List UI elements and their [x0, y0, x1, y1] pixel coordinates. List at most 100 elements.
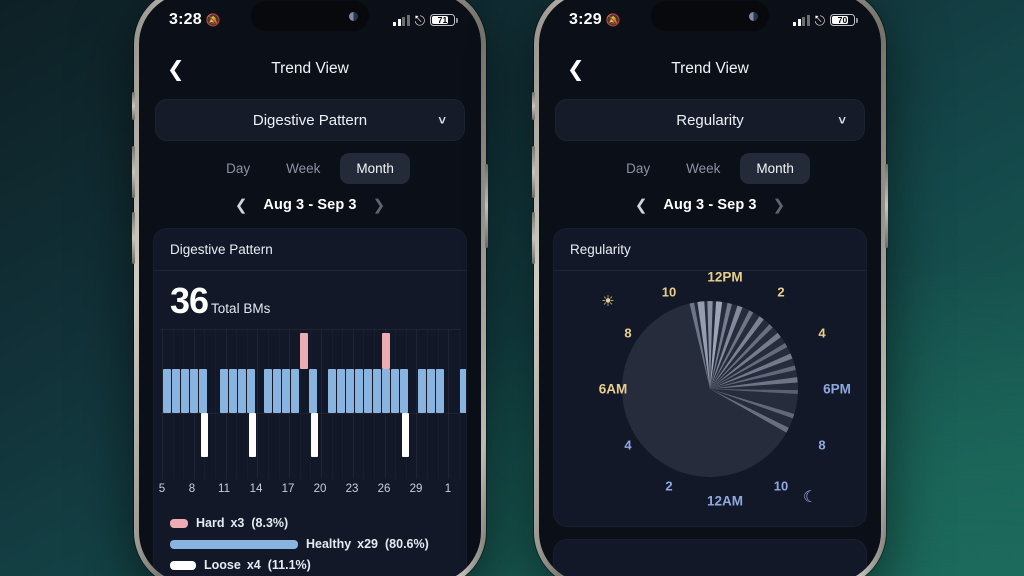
x-tick-label: 14 [249, 483, 263, 495]
cellular-icon [393, 14, 410, 26]
cellular-icon [793, 14, 810, 26]
bar-healthy [309, 369, 317, 413]
bar-loose [402, 413, 409, 457]
battery-icon: 70 [830, 13, 858, 27]
bar-healthy [337, 369, 345, 413]
bar-healthy [181, 369, 189, 413]
silent-switch[interactable] [532, 92, 535, 120]
bar-healthy [264, 369, 272, 413]
status-time: 3:28 [169, 11, 202, 28]
island-activity-icon [349, 11, 358, 21]
legend-item: Hard x3 (8.3%) [170, 516, 450, 530]
screen-left: 3:28 🔕 ⎋ 71 ❮ Trend View Digestive Patte… [139, 0, 481, 576]
metric-selector-label: Regularity [676, 111, 744, 129]
power-button[interactable] [485, 164, 488, 248]
x-tick-label: 20 [313, 483, 327, 495]
next-card-partial[interactable] [553, 539, 867, 576]
tab-month[interactable]: Month [740, 153, 810, 184]
x-tick-label: 26 [377, 483, 391, 495]
date-prev-button[interactable]: ❮ [635, 196, 648, 214]
bar-healthy [238, 369, 246, 413]
clock-label-6pm: 6PM [823, 381, 851, 397]
wifi-icon: ⎋ [414, 12, 425, 28]
status-bar: 3:28 🔕 ⎋ 71 [139, 0, 481, 47]
chart-bars [160, 329, 466, 479]
pie-chart-svg [622, 301, 798, 477]
bar-healthy [291, 369, 299, 413]
clock-pie-chart[interactable]: 12PM 2 4 6PM 8 10 12AM 2 4 6AM 8 10 ☀ ☾ [554, 270, 866, 526]
power-button[interactable] [885, 164, 888, 248]
bell-slash-icon: 🔕 [605, 13, 621, 27]
x-tick-label: 8 [188, 483, 196, 495]
bar-healthy [163, 369, 171, 413]
legend-swatch [170, 518, 188, 528]
bar-healthy [355, 369, 363, 413]
date-next-button[interactable]: ❯ [373, 196, 386, 214]
metric-selector[interactable]: Digestive Pattern ˅ [155, 99, 465, 141]
bar-chart-plot [160, 329, 466, 479]
volume-up-button[interactable] [532, 146, 535, 198]
x-tick-label: 17 [281, 483, 295, 495]
bar-healthy [346, 369, 354, 413]
digestive-pattern-card: Digestive Pattern 36 Total BMs 5 8 11 14 17 2… [153, 228, 467, 576]
status-indicators: ⎋ 71 [393, 12, 458, 28]
nav-bar: ❮ Trend View [139, 47, 481, 91]
bar-healthy [229, 369, 237, 413]
bar-healthy [190, 369, 198, 413]
metric-selector[interactable]: Regularity ˅ [555, 99, 865, 141]
tab-day[interactable]: Day [210, 153, 266, 184]
volume-down-button[interactable] [532, 212, 535, 264]
volume-down-button[interactable] [132, 212, 135, 264]
nav-bar: ❮ Trend View [539, 47, 881, 91]
island-activity-icon [749, 11, 758, 21]
card-title: Digestive Pattern [154, 229, 466, 271]
date-next-button[interactable]: ❯ [773, 196, 786, 214]
bar-healthy [436, 369, 444, 413]
bar-healthy [391, 369, 399, 413]
dynamic-island [651, 1, 769, 31]
chevron-down-icon: ˅ [838, 112, 846, 128]
status-indicators: ⎋ 70 [793, 12, 858, 28]
tab-day[interactable]: Day [610, 153, 666, 184]
status-bar: 3:29 🔕 ⎋ 70 [539, 0, 881, 47]
x-tick-label: 1 [444, 483, 452, 495]
range-segmented-control[interactable]: Day Week Month [539, 153, 881, 184]
tab-month[interactable]: Month [340, 153, 410, 184]
bar-healthy [199, 369, 207, 413]
phone-right: 3:29 🔕 ⎋ 70 ❮ Trend View Regularity ˅ Da… [532, 0, 888, 576]
legend-item: Healthy x29 (80.6%) [170, 537, 450, 551]
clock-label-2: 2 [777, 284, 785, 300]
clock-label-8: 8 [624, 325, 632, 341]
chevron-left-icon[interactable]: ❮ [159, 55, 193, 84]
x-tick-label: 11 [218, 483, 230, 495]
bar-healthy [172, 369, 180, 413]
phone-left: 3:28 🔕 ⎋ 71 ❮ Trend View Digestive Patte… [132, 0, 488, 576]
bar-healthy [273, 369, 281, 413]
bar-healthy [400, 369, 408, 413]
metric-selector-label: Digestive Pattern [252, 111, 368, 129]
legend-item: Loose x4 (11.1%) [170, 558, 450, 572]
bar-chart[interactable]: 5 8 11 14 17 20 23 26 29 1 [154, 329, 466, 505]
total-stat: 36 Total BMs [154, 271, 466, 329]
bar-healthy [364, 369, 372, 413]
wifi-icon: ⎋ [814, 12, 825, 28]
range-segmented-control[interactable]: Day Week Month [139, 153, 481, 184]
x-tick-label: 5 [158, 483, 166, 495]
x-tick-label: 23 [345, 483, 359, 495]
date-prev-button[interactable]: ❮ [235, 196, 248, 214]
bell-slash-icon: 🔕 [205, 13, 221, 27]
tab-week[interactable]: Week [270, 153, 336, 184]
volume-up-button[interactable] [132, 146, 135, 198]
bar-healthy [427, 369, 435, 413]
bar-hard [382, 333, 390, 369]
bar-loose [311, 413, 318, 457]
silent-switch[interactable] [132, 92, 135, 120]
legend-label: Loose x4 (11.1%) [204, 558, 311, 572]
clock-label-4: 4 [624, 437, 632, 453]
card-title: Regularity [554, 229, 866, 271]
chart-x-axis: 5 8 11 14 17 20 23 26 29 1 [158, 479, 460, 505]
chevron-left-icon[interactable]: ❮ [559, 55, 593, 84]
bar-healthy [382, 369, 390, 413]
clock-label-10: 10 [773, 478, 789, 494]
tab-week[interactable]: Week [670, 153, 736, 184]
